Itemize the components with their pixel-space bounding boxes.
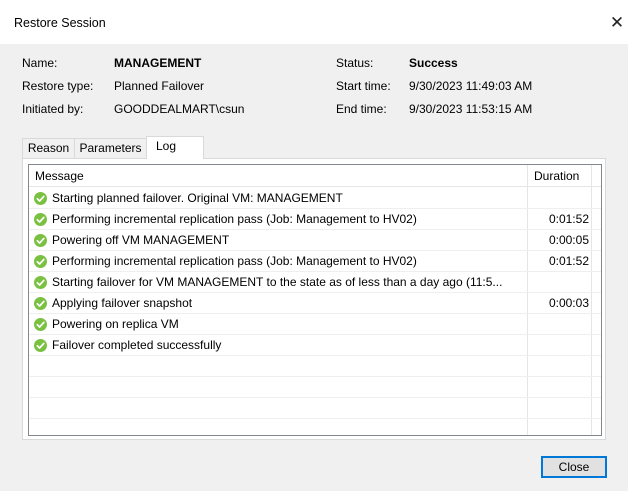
status-value: Success xyxy=(409,56,458,70)
table-row[interactable]: Powering on replica VM xyxy=(29,314,601,335)
restore-type-label: Restore type: xyxy=(22,79,94,93)
tab-log[interactable]: Log xyxy=(146,136,204,159)
success-check-icon xyxy=(34,234,47,247)
window-title: Restore Session xyxy=(14,16,106,30)
log-grid[interactable]: Message Duration Starting planned failov… xyxy=(28,164,602,436)
tab-parameters[interactable]: Parameters xyxy=(74,138,147,158)
log-message: Starting planned failover. Original VM: … xyxy=(52,191,343,205)
log-message: Performing incremental replication pass … xyxy=(52,212,417,226)
close-icon[interactable]: ✕ xyxy=(606,8,628,38)
log-message: Performing incremental replication pass … xyxy=(52,254,417,268)
restore-type-value: Planned Failover xyxy=(114,79,205,93)
log-duration: 0:00:05 xyxy=(548,233,589,247)
success-check-icon xyxy=(34,318,47,331)
success-check-icon xyxy=(34,213,47,226)
log-message: Powering on replica VM xyxy=(52,317,179,331)
table-row[interactable]: Starting planned failover. Original VM: … xyxy=(29,188,601,209)
status-label: Status: xyxy=(336,56,374,70)
table-row[interactable]: Performing incremental replication pass … xyxy=(29,251,601,272)
log-message: Failover completed successfully xyxy=(52,338,222,352)
end-time-label: End time: xyxy=(336,102,387,116)
title-bar: Restore Session ✕ xyxy=(0,0,628,44)
success-check-icon xyxy=(34,276,47,289)
close-button[interactable]: Close xyxy=(541,456,607,478)
name-label: Name: xyxy=(22,56,58,70)
column-header-duration[interactable]: Duration xyxy=(534,169,579,183)
empty-row xyxy=(29,398,601,419)
start-time-value: 9/30/2023 11:49:03 AM xyxy=(409,79,533,93)
table-row[interactable]: Starting failover for VM MANAGEMENT to t… xyxy=(29,272,601,293)
success-check-icon xyxy=(34,255,47,268)
start-time-label: Start time: xyxy=(336,79,391,93)
empty-row xyxy=(29,356,601,377)
empty-row xyxy=(29,419,601,435)
success-check-icon xyxy=(34,297,47,310)
log-message: Applying failover snapshot xyxy=(52,296,193,310)
log-duration: 0:01:52 xyxy=(548,254,589,268)
column-header-message[interactable]: Message xyxy=(35,169,84,183)
log-tab-panel: Message Duration Starting planned failov… xyxy=(22,158,606,440)
log-duration: 0:00:03 xyxy=(548,296,589,310)
success-check-icon xyxy=(34,339,47,352)
end-time-value: 9/30/2023 11:53:15 AM xyxy=(409,102,533,116)
table-row[interactable]: Powering off VM MANAGEMENT 0:00:05 xyxy=(29,230,601,251)
initiated-by-label: Initiated by: xyxy=(22,102,84,116)
log-message: Starting failover for VM MANAGEMENT to t… xyxy=(52,275,503,289)
table-row[interactable]: Applying failover snapshot 0:00:03 xyxy=(29,293,601,314)
log-message: Powering off VM MANAGEMENT xyxy=(52,233,230,247)
tab-reason[interactable]: Reason xyxy=(22,138,75,158)
table-row[interactable]: Failover completed successfully xyxy=(29,335,601,356)
name-value: MANAGEMENT xyxy=(114,56,202,70)
initiated-by-value: GOODDEALMART\csun xyxy=(114,102,245,116)
restore-session-dialog: Restore Session ✕ Name: MANAGEMENT Resto… xyxy=(0,0,628,491)
log-grid-header: Message Duration xyxy=(29,165,601,187)
empty-row xyxy=(29,377,601,398)
log-duration: 0:01:52 xyxy=(548,212,589,226)
success-check-icon xyxy=(34,192,47,205)
table-row[interactable]: Performing incremental replication pass … xyxy=(29,209,601,230)
